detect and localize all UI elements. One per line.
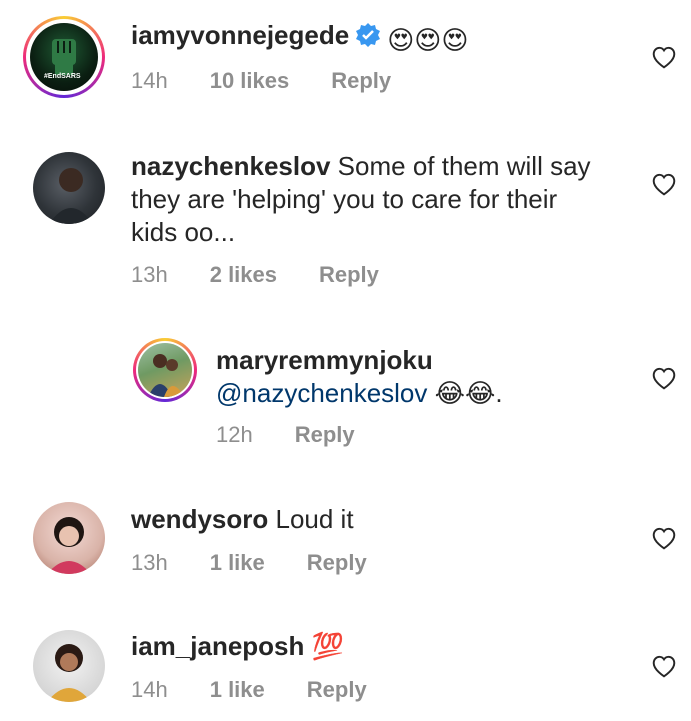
mention-link[interactable]: @nazychenkeslov (216, 378, 427, 408)
likes-count[interactable]: 1 like (210, 677, 265, 703)
avatar-ring[interactable]: #EndSARS (23, 16, 105, 98)
comment-body: maryremmynjoku @nazychenkeslov 😂😂. (216, 344, 503, 410)
comment-wendysoro: wendysoro Loud it 13h 1 like Reply (0, 490, 691, 620)
comment-body: wendysoro Loud it (131, 503, 354, 536)
avatar[interactable] (33, 502, 105, 574)
comment-time: 12h (216, 422, 253, 447)
reply-button[interactable]: Reply (295, 422, 355, 448)
comment-text-row: @nazychenkeslov 😂😂. (216, 377, 503, 410)
like-heart-icon[interactable] (651, 654, 677, 678)
comment-body: iamyvonnejegede 😍😍😍 (131, 19, 469, 57)
avatar-ring[interactable] (133, 338, 197, 402)
avatar[interactable] (33, 630, 105, 702)
comment-username[interactable]: maryremmynjoku (216, 344, 503, 377)
comment-body: iam_janeposh 💯 (131, 630, 344, 663)
comment-maryremmynjoku: maryremmynjoku @nazychenkeslov 😂😂. 12h R… (0, 330, 691, 490)
comment-meta: 12h Reply (216, 422, 397, 448)
comment-meta: 13h 1 like Reply (131, 550, 409, 576)
comment-time: 13h (131, 550, 168, 575)
avatar[interactable] (33, 152, 105, 224)
comment-time: 14h (131, 68, 168, 93)
comment-meta: 14h 10 likes Reply (131, 68, 433, 94)
like-heart-icon[interactable] (651, 366, 677, 390)
comment-text: 😍😍😍 (387, 25, 469, 55)
comment-text: Loud it (275, 504, 354, 534)
comment-line-1: nazychenkeslov Some of them will say (131, 150, 631, 183)
comment-text-line-1: Some of them will say (337, 151, 591, 181)
comment-username[interactable]: iamyvonnejegede (131, 20, 349, 50)
comment-text-line-2: they are 'helping' you to care for their (131, 184, 558, 214)
comment-time: 13h (131, 262, 168, 287)
fist-icon (52, 39, 76, 75)
comment-body: nazychenkeslov Some of them will say the… (131, 150, 631, 249)
comment-text: 💯 (311, 631, 345, 661)
likes-count[interactable]: 10 likes (210, 68, 290, 94)
reply-button[interactable]: Reply (331, 68, 391, 94)
reply-button[interactable]: Reply (307, 550, 367, 576)
comment-username[interactable]: iam_janeposh (131, 631, 304, 661)
like-heart-icon[interactable] (651, 172, 677, 196)
reply-button[interactable]: Reply (307, 677, 367, 703)
avatar: #EndSARS (30, 23, 98, 91)
avatar-badge: #EndSARS (44, 73, 81, 80)
comment-iam_janeposh: iam_janeposh 💯 14h 1 like Reply (0, 620, 691, 721)
comment-text: 😂😂. (434, 378, 503, 408)
likes-count[interactable]: 1 like (210, 550, 265, 576)
comment-iamyvonnejegede: #EndSARS iamyvonnejegede 😍😍😍 14h 10 likes… (0, 0, 691, 140)
reply-button[interactable]: Reply (319, 262, 379, 288)
couple-photo-icon (148, 354, 184, 397)
comment-username[interactable]: wendysoro (131, 504, 268, 534)
comment-time: 14h (131, 677, 168, 702)
comment-text-line-3: kids oo... (131, 217, 236, 247)
avatar (138, 343, 192, 397)
person-icon (47, 517, 91, 574)
verified-badge-icon (355, 22, 381, 56)
comment-username[interactable]: nazychenkeslov (131, 151, 330, 181)
comment-nazychenkeslov: nazychenkeslov Some of them will say the… (0, 140, 691, 320)
like-heart-icon[interactable] (651, 45, 677, 69)
like-heart-icon[interactable] (651, 526, 677, 550)
comment-meta: 13h 2 likes Reply (131, 262, 421, 288)
person-icon (49, 168, 93, 224)
comment-meta: 14h 1 like Reply (131, 677, 409, 703)
likes-count[interactable]: 2 likes (210, 262, 277, 288)
person-icon (47, 644, 91, 702)
